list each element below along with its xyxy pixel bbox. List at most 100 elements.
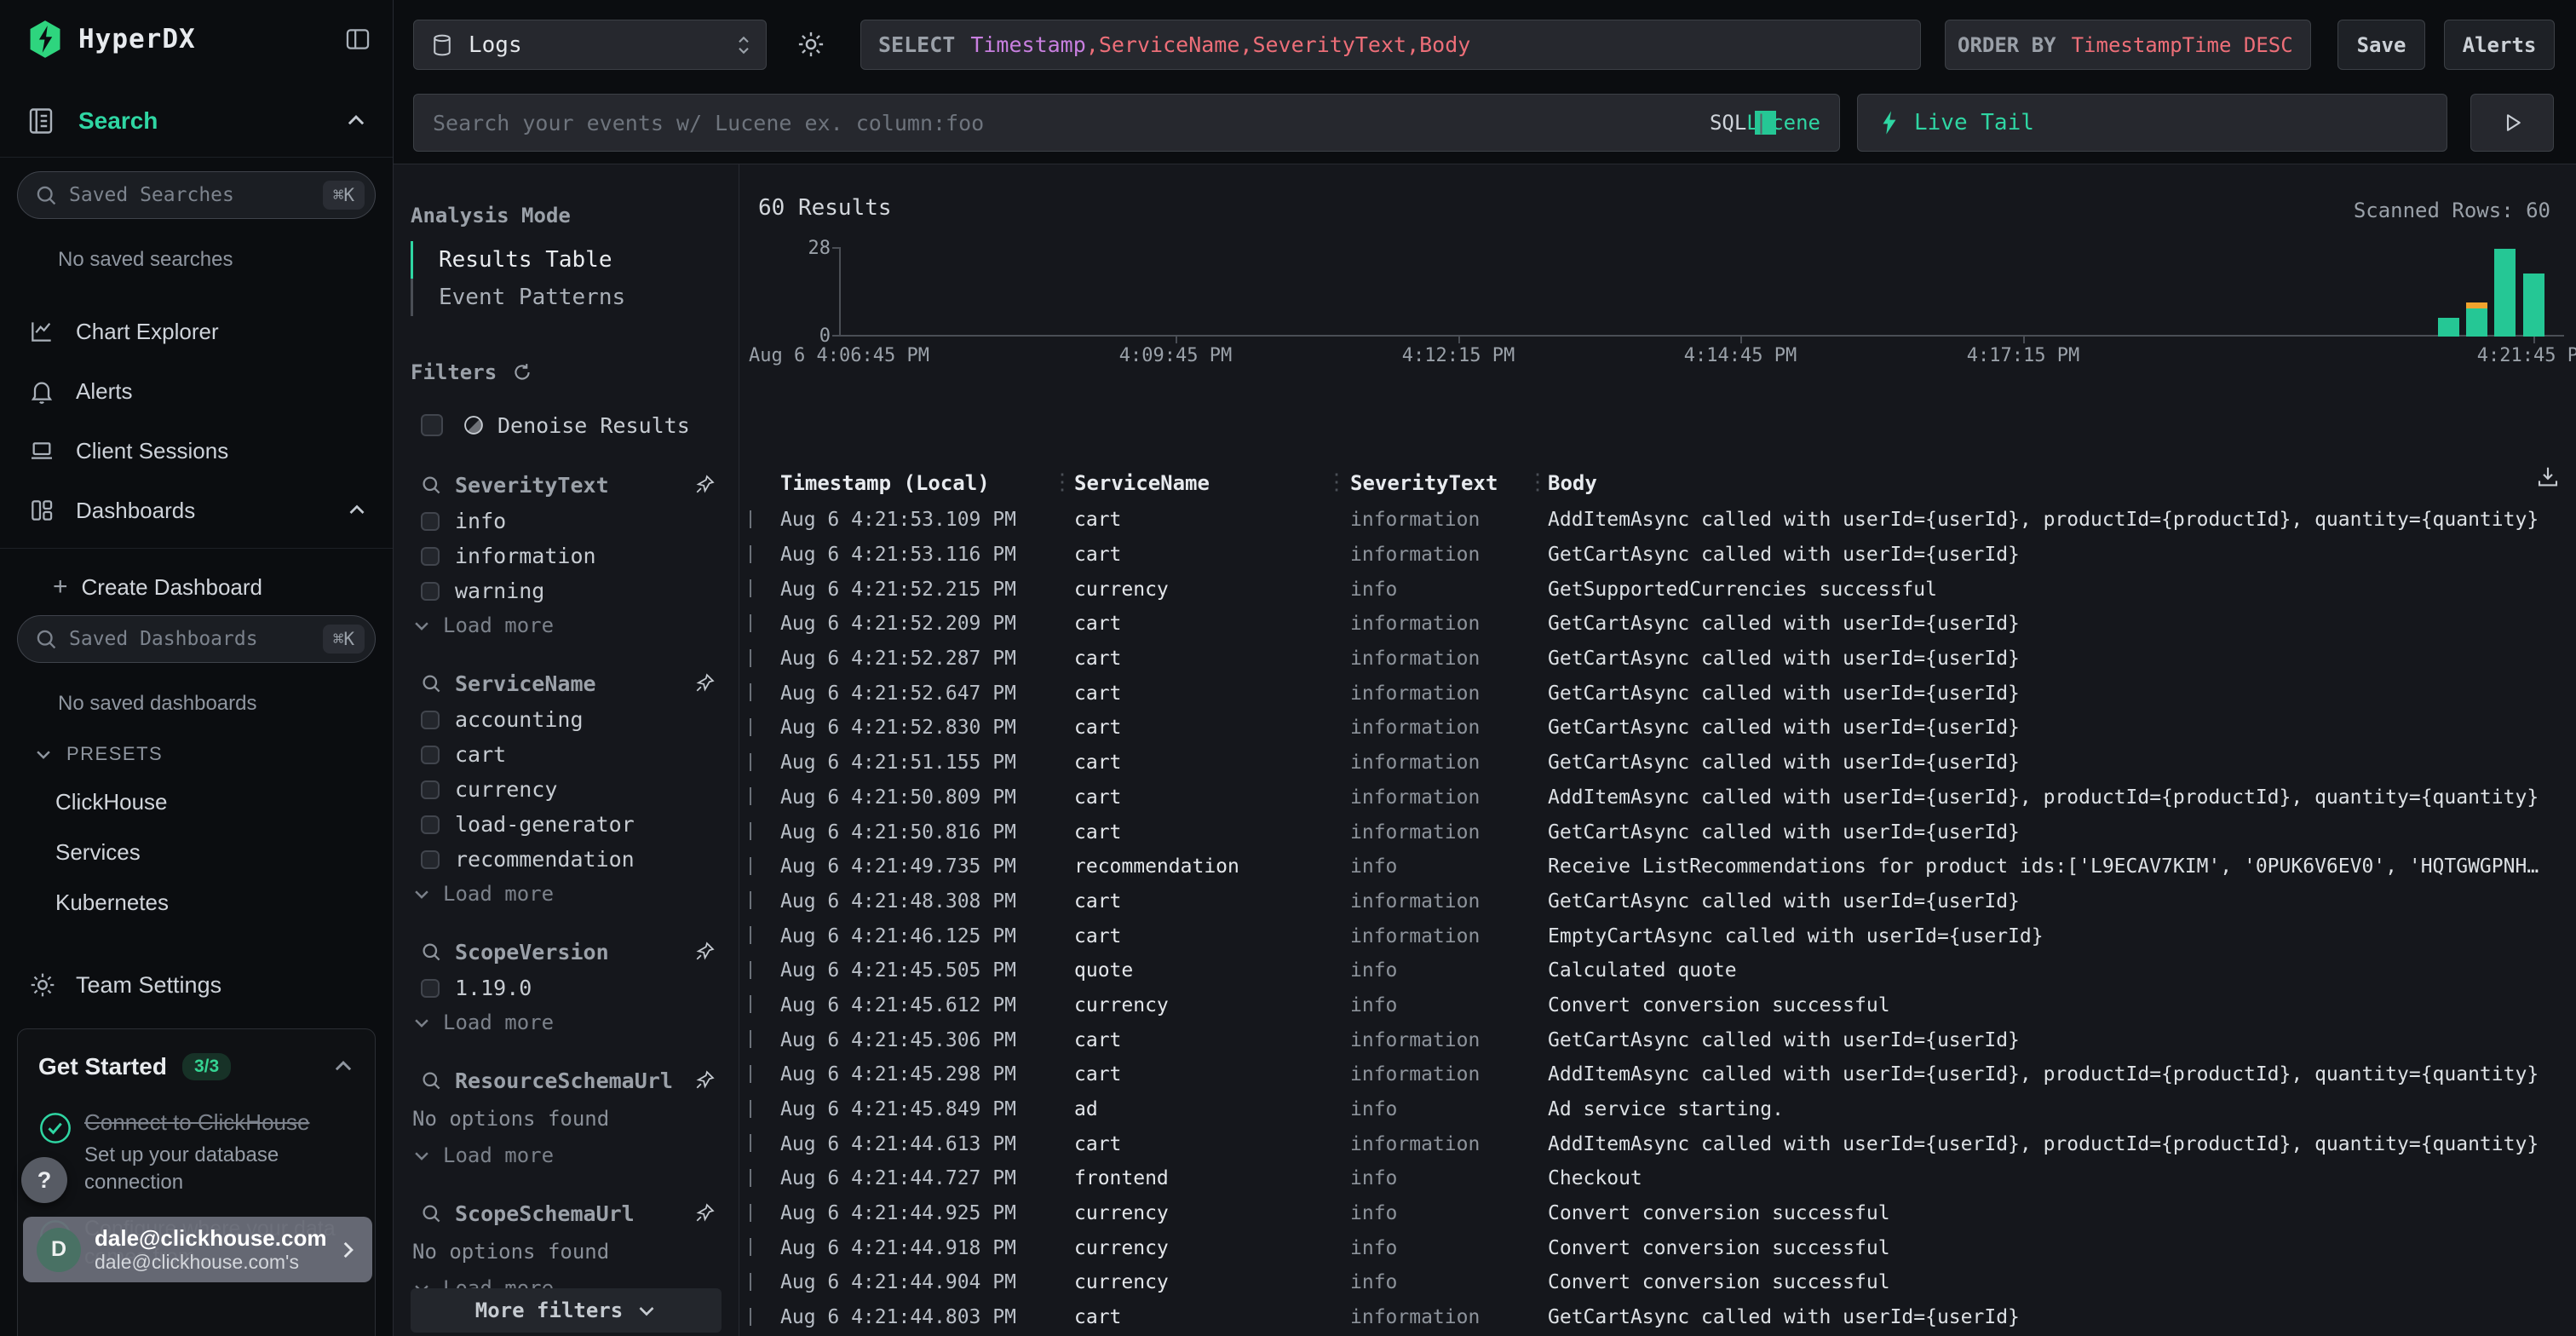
expand-row-chevron-icon[interactable] — [750, 1308, 751, 1326]
table-row[interactable]: Aug 6 4:21:44.727 PM frontend info Check… — [739, 1161, 2576, 1196]
table-row[interactable]: Aug 6 4:21:52.215 PM currency info GetSu… — [739, 572, 2576, 607]
table-row[interactable]: Aug 6 4:21:44.918 PM currency info Conve… — [739, 1230, 2576, 1265]
column-resize-grip[interactable]: ⋮ — [1325, 469, 1348, 495]
facet-option[interactable]: load-generator — [411, 807, 722, 842]
table-row[interactable]: Aug 6 4:21:52.647 PM cart information Ge… — [739, 676, 2576, 711]
expand-row-chevron-icon[interactable] — [750, 961, 751, 979]
help-button[interactable]: ? — [21, 1157, 67, 1203]
select-columns-input[interactable]: SELECT Timestamp ,ServiceName,SeverityTe… — [860, 20, 1921, 70]
expand-row-chevron-icon[interactable] — [750, 1273, 751, 1291]
table-row[interactable]: Aug 6 4:21:45.306 PM cart information Ge… — [739, 1022, 2576, 1057]
table-row[interactable]: Aug 6 4:21:51.155 PM cart information Ge… — [739, 746, 2576, 780]
column-resize-grip[interactable]: ⋮ — [1527, 469, 1549, 495]
preset-kubernetes[interactable]: Kubernetes — [55, 890, 393, 916]
order-by-input[interactable]: ORDER BY TimestampTime DESC — [1945, 20, 2311, 70]
preset-services[interactable]: Services — [55, 839, 393, 866]
pin-icon[interactable] — [693, 1201, 716, 1225]
analysis-mode-tab[interactable]: Results Table — [411, 241, 722, 279]
preset-clickhouse[interactable]: ClickHouse — [55, 789, 393, 815]
table-row[interactable]: Aug 6 4:21:46.125 PM cart information Em… — [739, 918, 2576, 953]
sidebar-item-client-sessions[interactable]: Client Sessions — [28, 434, 367, 468]
expand-row-chevron-icon[interactable] — [750, 1100, 751, 1118]
facet-checkbox[interactable] — [421, 815, 440, 834]
table-row[interactable]: Aug 6 4:21:50.816 PM cart information Ge… — [739, 815, 2576, 849]
chart-bar[interactable] — [2466, 302, 2487, 337]
team-settings-button[interactable]: Team Settings — [28, 970, 393, 999]
denoise-results-row[interactable]: Denoise Results — [411, 406, 722, 444]
column-header-servicename[interactable]: ServiceName — [1074, 471, 1350, 495]
chart-bar[interactable] — [2494, 249, 2516, 337]
column-header-severitytext[interactable]: SeverityText — [1350, 471, 1548, 495]
load-more-button[interactable]: Load more — [411, 877, 722, 911]
column-resize-grip[interactable]: ⋮ — [1051, 469, 1073, 495]
facet-option[interactable]: warning — [411, 573, 722, 608]
expand-row-chevron-icon[interactable] — [750, 753, 751, 771]
pin-icon[interactable] — [693, 940, 716, 964]
table-row[interactable]: Aug 6 4:21:45.298 PM cart information Ad… — [739, 1057, 2576, 1092]
expand-row-chevron-icon[interactable] — [750, 614, 751, 632]
presets-toggle[interactable]: PRESETS — [34, 743, 393, 765]
more-filters-button[interactable]: More filters — [411, 1288, 722, 1333]
chevron-up-icon[interactable] — [332, 1056, 354, 1078]
save-button[interactable]: Save — [2337, 20, 2425, 70]
saved-searches-input[interactable]: Saved Searches ⌘K — [17, 171, 376, 219]
table-row[interactable]: Aug 6 4:21:53.116 PM cart information Ge… — [739, 538, 2576, 573]
expand-row-chevron-icon[interactable] — [750, 891, 751, 909]
sidebar-collapse-icon[interactable] — [343, 25, 372, 54]
table-row[interactable]: Aug 6 4:21:52.209 PM cart information Ge… — [739, 607, 2576, 642]
run-query-button[interactable] — [2470, 94, 2554, 152]
source-select[interactable]: Logs — [413, 20, 767, 70]
expand-row-chevron-icon[interactable] — [750, 579, 751, 597]
live-tail-button[interactable]: Live Tail — [1857, 94, 2447, 152]
chart-bar[interactable] — [2523, 274, 2544, 337]
facet-option[interactable]: 1.19.0 — [411, 970, 722, 1005]
refresh-filters-icon[interactable] — [510, 360, 534, 384]
expand-row-chevron-icon[interactable] — [750, 545, 751, 563]
analysis-mode-tab[interactable]: Event Patterns — [411, 279, 722, 316]
pin-icon[interactable] — [693, 1068, 716, 1092]
expand-row-chevron-icon[interactable] — [750, 822, 751, 840]
expand-row-chevron-icon[interactable] — [750, 1134, 751, 1152]
user-menu-item[interactable]: D dale@clickhouse.com dale@clickhouse.co… — [23, 1217, 372, 1282]
facet-option[interactable]: accounting — [411, 702, 722, 737]
pin-icon[interactable] — [693, 671, 716, 695]
facet-option[interactable]: info — [411, 504, 722, 538]
facet-checkbox[interactable] — [421, 512, 440, 531]
expand-row-chevron-icon[interactable] — [750, 683, 751, 701]
table-row[interactable]: Aug 6 4:21:45.612 PM currency info Conve… — [739, 988, 2576, 1023]
facet-checkbox[interactable] — [421, 711, 440, 729]
expand-row-chevron-icon[interactable] — [750, 1169, 751, 1187]
facet-checkbox[interactable] — [421, 746, 440, 764]
table-row[interactable]: Aug 6 4:21:53.109 PM cart information Ad… — [739, 503, 2576, 538]
load-more-button[interactable]: Load more — [411, 608, 722, 642]
expand-row-chevron-icon[interactable] — [750, 510, 751, 528]
source-settings-gear-icon[interactable] — [796, 29, 826, 60]
load-more-button[interactable]: Load more — [411, 1005, 722, 1039]
facet-option[interactable]: information — [411, 538, 722, 573]
chevron-up-icon[interactable] — [347, 500, 367, 521]
sidebar-item-dashboards[interactable]: Dashboards — [28, 493, 367, 527]
sidebar-item-chart-explorer[interactable]: Chart Explorer — [28, 314, 367, 348]
table-row[interactable]: Aug 6 4:21:52.287 PM cart information Ge… — [739, 642, 2576, 677]
event-search-input[interactable]: Search your events w/ Lucene ex. column:… — [413, 94, 1840, 152]
facet-option[interactable]: currency — [411, 772, 722, 807]
saved-dashboards-input[interactable]: Saved Dashboards ⌘K — [17, 615, 376, 663]
facet-option[interactable]: cart — [411, 737, 722, 772]
table-row[interactable]: Aug 6 4:21:44.925 PM currency info Conve… — [739, 1196, 2576, 1231]
facet-checkbox[interactable] — [421, 850, 440, 869]
table-row[interactable]: Aug 6 4:21:44.613 PM cart information Ad… — [739, 1126, 2576, 1161]
get-started-step-1[interactable]: Connect to ClickHouse Set up your databa… — [38, 1108, 354, 1196]
expand-row-chevron-icon[interactable] — [750, 787, 751, 805]
expand-row-chevron-icon[interactable] — [750, 1030, 751, 1048]
sidebar-item-alerts[interactable]: Alerts — [28, 374, 367, 408]
table-row[interactable]: Aug 6 4:21:52.830 PM cart information Ge… — [739, 711, 2576, 746]
table-row[interactable]: Aug 6 4:21:48.308 PM cart information Ge… — [739, 884, 2576, 919]
table-row[interactable]: Aug 6 4:21:44.904 PM currency info Conve… — [739, 1265, 2576, 1300]
expand-row-chevron-icon[interactable] — [750, 1204, 751, 1222]
table-row[interactable]: Aug 6 4:21:44.803 PM cart information Ge… — [739, 1300, 2576, 1335]
download-icon[interactable] — [2535, 464, 2561, 490]
column-header-body[interactable]: Body — [1548, 471, 2576, 495]
chevron-up-icon[interactable] — [345, 110, 367, 132]
expand-row-chevron-icon[interactable] — [750, 1065, 751, 1083]
facet-checkbox[interactable] — [421, 780, 440, 799]
